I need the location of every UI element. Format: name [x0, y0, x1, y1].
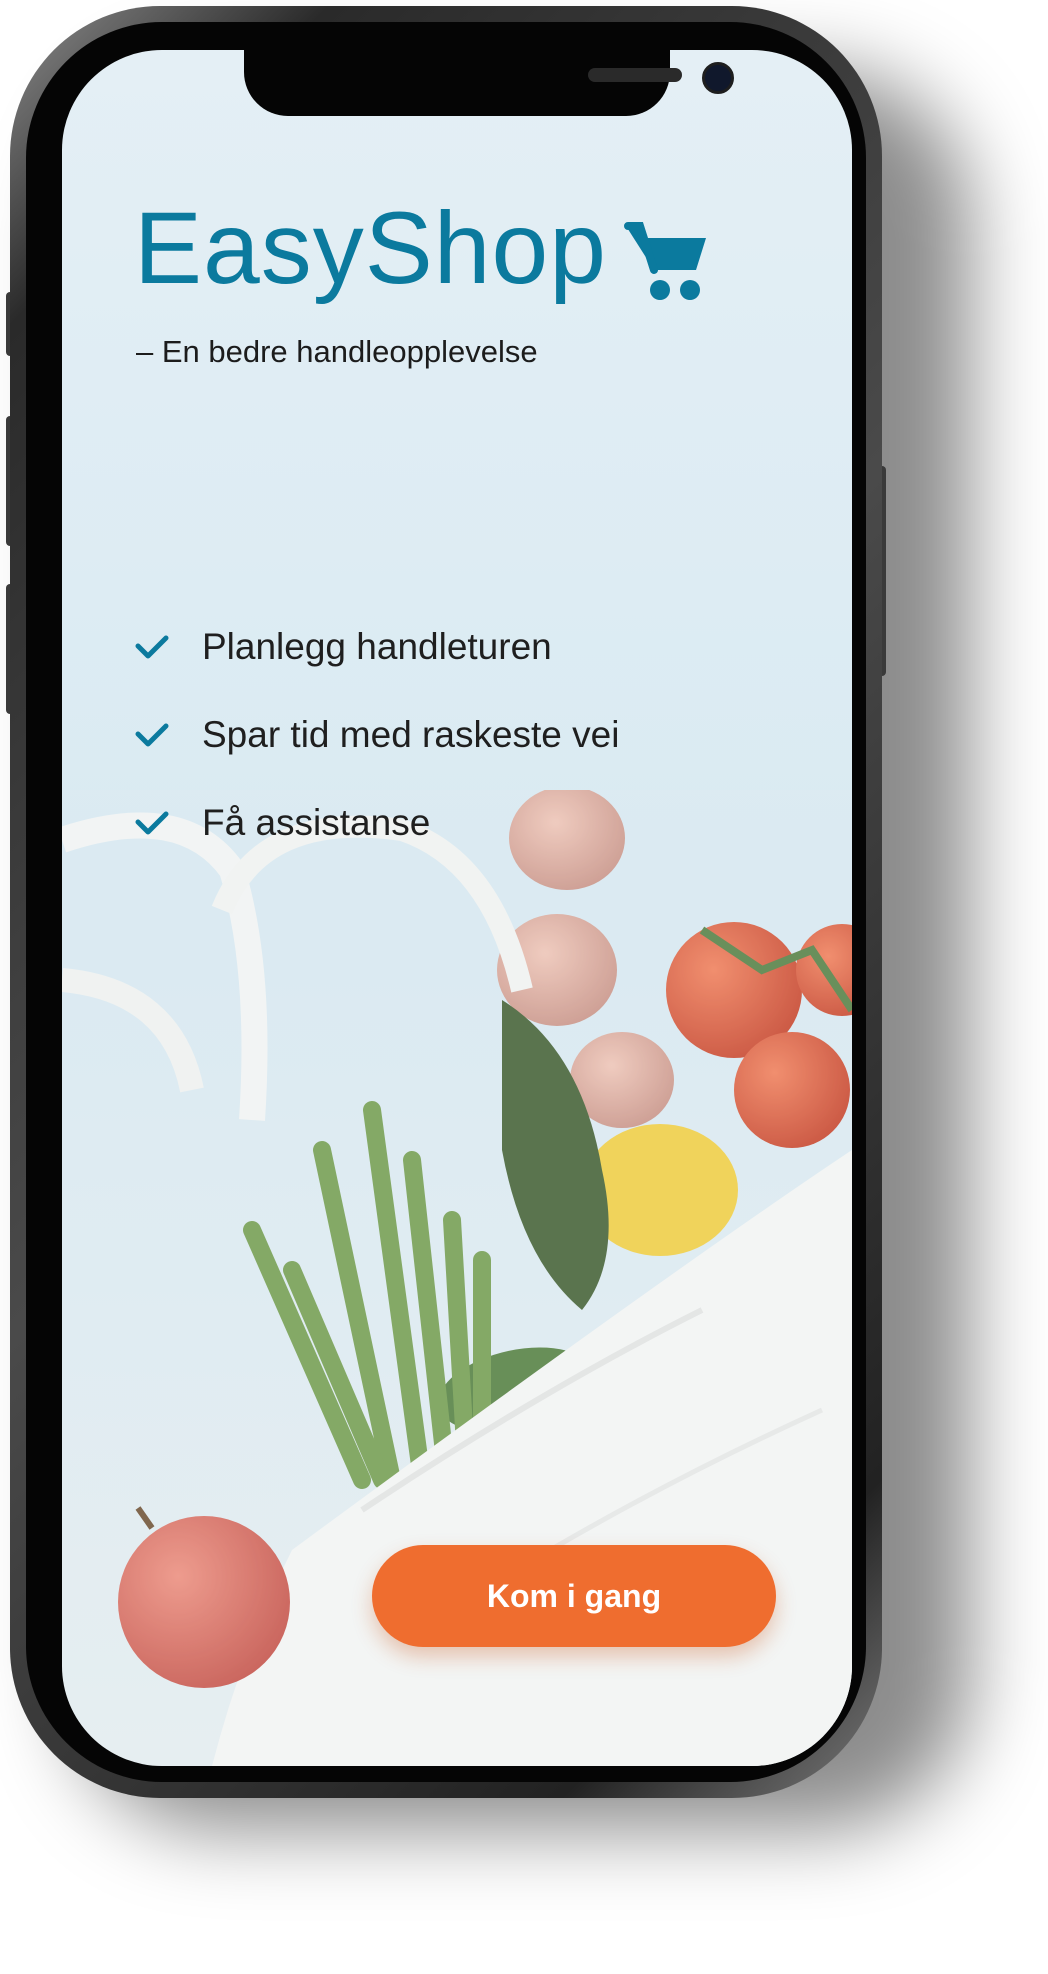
front-camera [702, 62, 734, 94]
device-notch [244, 50, 734, 116]
feature-label: Planlegg handleturen [202, 626, 552, 667]
feature-item: Planlegg handleturen [134, 626, 552, 668]
speaker-grille [588, 68, 682, 82]
check-icon [135, 723, 169, 747]
check-icon [135, 811, 169, 835]
phone-frame: EasyShop – En bedre handleopplevelse Pla… [10, 6, 882, 1798]
app-tagline: – En bedre handleopplevelse [136, 334, 538, 369]
app-logo: EasyShop [134, 191, 607, 305]
shopping-cart-icon [624, 222, 706, 300]
app-screen: EasyShop – En bedre handleopplevelse Pla… [62, 50, 852, 1766]
check-icon [135, 635, 169, 659]
feature-label: Spar tid med raskeste vei [202, 714, 620, 755]
get-started-button[interactable]: Kom i gang [372, 1545, 776, 1647]
feature-label: Få assistanse [202, 802, 431, 843]
feature-item: Spar tid med raskeste vei [134, 714, 619, 756]
feature-item: Få assistanse [134, 802, 430, 844]
